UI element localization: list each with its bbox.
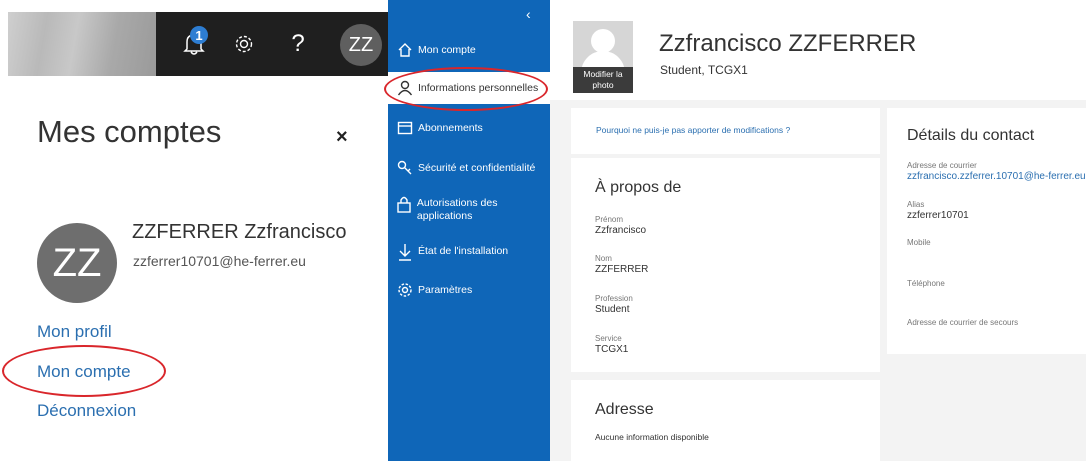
settings-gear-icon[interactable]: [226, 26, 262, 62]
profile-page: Modifier la photo Zzfrancisco ZZFERRER S…: [550, 0, 1086, 461]
nav-item-label: État de l'installation: [418, 245, 509, 257]
nav-item-label: Abonnements: [418, 122, 483, 134]
nav-item-mon-compte[interactable]: Mon compte: [388, 42, 550, 66]
about-card: À propos de Prénom Zzfrancisco Nom ZZFER…: [571, 158, 880, 372]
settings-nav: ‹ Mon compte Informations personnelles A…: [388, 0, 550, 461]
profile-photo[interactable]: Modifier la photo: [573, 21, 633, 93]
field-value: ZZFERRER: [595, 264, 649, 275]
nav-item-label: Mon compte: [418, 44, 476, 56]
nav-item-label: Autorisations des applications: [416, 197, 498, 222]
placeholder-head: [591, 29, 615, 53]
about-title: À propos de: [595, 179, 682, 196]
nav-item-parametres[interactable]: Paramètres: [388, 282, 550, 306]
nav-item-autorisations[interactable]: Autorisations des applications: [388, 195, 550, 227]
nav-item-label: Informations personnelles: [418, 82, 539, 94]
why-card: Pourquoi ne puis-je pas apporter de modi…: [571, 108, 880, 154]
top-bar-actions: 1 ? ZZ: [156, 12, 388, 76]
user-name: ZZFERRER Zzfrancisco: [132, 221, 347, 243]
field-value: TCGX1: [595, 344, 629, 355]
profile-name: Zzfrancisco ZZFERRER: [659, 30, 917, 57]
my-profile-link[interactable]: Mon profil: [37, 322, 112, 342]
user-email: zzferrer10701@he-ferrer.eu: [133, 253, 306, 269]
nav-item-etat-installation[interactable]: État de l'installation: [388, 243, 550, 267]
field-value: zzferrer10701: [907, 210, 969, 221]
address-empty-text: Aucune information disponible: [595, 432, 709, 442]
email-link[interactable]: zzfrancisco.zzferrer.10701@he-ferrer.eu: [907, 171, 1086, 182]
collapse-chevron-icon[interactable]: ‹: [526, 6, 531, 22]
address-card: Adresse Aucune information disponible: [571, 380, 880, 461]
home-icon: [388, 42, 418, 58]
field-label: Nom: [595, 254, 612, 263]
field-label: Service: [595, 334, 622, 343]
nav-item-abonnements[interactable]: Abonnements: [388, 120, 550, 144]
card-icon: [388, 120, 418, 136]
nav-item-label: Paramètres: [418, 284, 473, 296]
top-bar: 1 ? ZZ: [8, 12, 388, 76]
header-background-image: [8, 12, 156, 76]
my-account-link[interactable]: Mon compte: [37, 362, 131, 382]
why-cant-edit-link[interactable]: Pourquoi ne puis-je pas apporter de modi…: [596, 125, 790, 135]
accounts-panel: 1 ? ZZ Mes comptes × ZZ ZZFERRER Zzfranc…: [0, 0, 388, 461]
edit-photo-button[interactable]: Modifier la photo: [573, 67, 633, 93]
key-icon: [388, 160, 418, 176]
profile-header: Modifier la photo Zzfrancisco ZZFERRER S…: [550, 0, 1086, 100]
contact-title: Détails du contact: [907, 127, 1035, 144]
person-icon: [388, 80, 418, 96]
field-label: Adresse de courrier de secours: [907, 318, 1019, 327]
top-bar-avatar[interactable]: ZZ: [340, 24, 382, 66]
avatar: ZZ: [37, 223, 117, 303]
notification-count-badge: 1: [190, 26, 208, 44]
help-icon[interactable]: ?: [280, 26, 316, 62]
panel-title: Mes comptes: [37, 114, 222, 149]
download-icon: [388, 243, 418, 261]
field-label: Prénom: [595, 215, 624, 224]
field-value: Student: [595, 304, 630, 315]
field-label: Alias: [907, 200, 925, 209]
profile-role: Student, TCGX1: [660, 63, 748, 77]
field-label: Profession: [595, 294, 633, 303]
nav-item-label: Sécurité et confidentialité: [418, 162, 536, 174]
field-value: Zzfrancisco: [595, 225, 647, 236]
field-label: Mobile: [907, 238, 931, 247]
close-icon[interactable]: ×: [336, 126, 348, 149]
nav-item-securite[interactable]: Sécurité et confidentialité: [388, 160, 550, 184]
address-title: Adresse: [595, 401, 654, 418]
sign-out-link[interactable]: Déconnexion: [37, 401, 136, 421]
contact-card: Détails du contact Adresse de courrier z…: [887, 108, 1086, 354]
field-label: Téléphone: [907, 279, 945, 288]
nav-item-informations-personnelles[interactable]: Informations personnelles: [388, 72, 550, 104]
gear-icon: [388, 282, 418, 298]
field-label: Adresse de courrier: [907, 161, 977, 170]
lock-icon: [388, 195, 417, 213]
